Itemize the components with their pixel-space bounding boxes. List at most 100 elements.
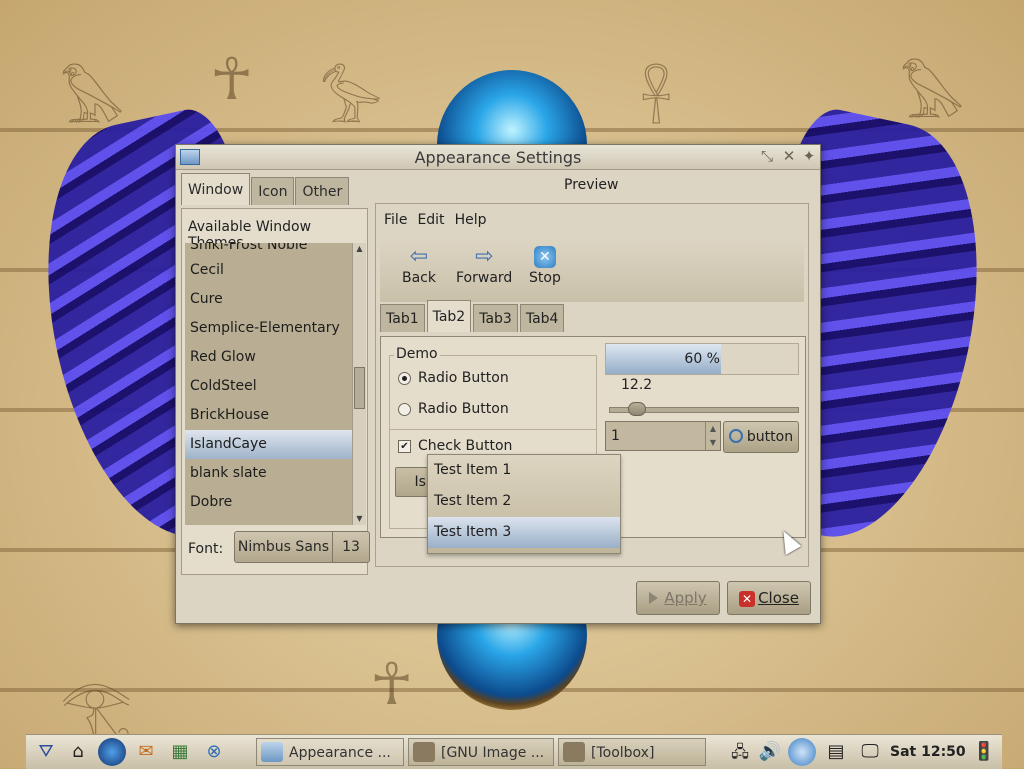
preview-toolbar: ⇦ Back ⇨ Forward ✕ Stop	[380, 236, 804, 302]
tab-tab3[interactable]: Tab3	[473, 304, 518, 332]
update-icon[interactable]	[788, 738, 816, 766]
list-item[interactable]: Dobre	[185, 488, 352, 517]
list-item[interactable]: ColdSteel	[185, 372, 352, 401]
close-button[interactable]: ✕ Close	[727, 581, 811, 615]
apply-label: Apply	[664, 589, 707, 607]
menu-help[interactable]: Help	[455, 212, 487, 228]
radio-label: Radio Button	[418, 370, 509, 386]
radio-unchecked-icon	[398, 402, 411, 416]
ankh-icon: ☥	[210, 45, 254, 113]
stop-icon: ✕	[533, 246, 556, 268]
themes-scrollbar[interactable]: ▲ ▼	[352, 243, 366, 525]
traffic-light-icon[interactable]: 🚦	[970, 738, 998, 766]
task-appearance[interactable]: Appearance ...	[256, 738, 404, 766]
task-label: [GNU Image ...	[441, 745, 545, 761]
apply-icon	[649, 592, 659, 604]
list-item[interactable]: Test Item 2	[428, 486, 620, 517]
forward-arrow-icon: ⇨	[474, 244, 494, 269]
list-item-selected[interactable]: IslandCaye	[185, 430, 352, 459]
scale-slider[interactable]	[609, 402, 799, 416]
hieroglyph-bird-icon: 𓅃	[60, 68, 125, 136]
task-gimp-image[interactable]: [GNU Image ...	[408, 738, 554, 766]
forward-label: Forward	[456, 270, 513, 286]
list-item[interactable]: Red Glow	[185, 343, 352, 372]
font-size: 13	[332, 532, 369, 562]
apply-button[interactable]: Apply	[636, 581, 720, 615]
preview-label: Preview	[564, 177, 619, 193]
tab-window[interactable]: Window	[181, 173, 251, 205]
task-gimp-toolbox[interactable]: [Toolbox]	[558, 738, 706, 766]
slider-knob[interactable]	[628, 402, 646, 416]
menu-file[interactable]: File	[384, 212, 407, 228]
close-window-icon[interactable]: ✕	[780, 148, 798, 164]
stop-button[interactable]: ✕ Stop	[529, 244, 561, 286]
gimp-icon	[413, 742, 435, 762]
web-browser-icon[interactable]	[98, 738, 126, 766]
list-item[interactable]: Test Item 1	[428, 455, 620, 486]
window-themes-panel: Available Window Themes Shiki-Frost Nobl…	[181, 208, 370, 575]
preview-tabs: Tab1 Tab2 Tab3 Tab4	[380, 300, 566, 334]
task-label: [Toolbox]	[591, 745, 655, 761]
list-item-selected[interactable]: Test Item 3	[428, 517, 620, 548]
check-button[interactable]: ✔ Check Button	[398, 438, 512, 454]
checkbox-checked-icon: ✔	[398, 439, 411, 453]
progress-bar: 60 %	[605, 343, 799, 375]
task-label: Appearance ...	[289, 745, 391, 761]
combo-dropdown-list: Test Item 1 Test Item 2 Test Item 3	[427, 454, 621, 554]
tab-icon[interactable]: Icon	[251, 177, 295, 205]
settings-tabs: Window Icon Other	[181, 173, 350, 207]
list-item[interactable]: Cecil	[185, 256, 352, 285]
start-menu-icon[interactable]: ⛛	[32, 738, 60, 766]
search-button[interactable]: button	[723, 421, 799, 453]
forward-button[interactable]: ⇨ Forward	[456, 244, 512, 286]
tab-tab4[interactable]: Tab4	[519, 304, 565, 332]
display-icon[interactable]: 🖵	[856, 738, 884, 766]
preview-menubar: File Edit Help	[384, 212, 486, 228]
font-label: Font:	[188, 541, 224, 557]
list-item[interactable]: BrickHouse	[185, 401, 352, 430]
list-item[interactable]: blank slate	[185, 459, 352, 488]
taskbar: ⛛ ⌂ ✉ ▦ ⊗ Appearance ... [GNU Image ... …	[26, 734, 1002, 769]
scroll-down-icon[interactable]: ▼	[353, 513, 366, 525]
gimp-icon	[563, 742, 585, 762]
tab-tab2[interactable]: Tab2	[426, 300, 472, 332]
tab-tab1[interactable]: Tab1	[380, 304, 425, 332]
eye-of-horus-icon: 𓂀	[60, 673, 133, 741]
list-item[interactable]: Shiki-Frost Noble	[185, 243, 352, 256]
search-button-label: button	[746, 429, 794, 445]
scale-value: 12.2	[621, 377, 653, 393]
check-label: Check Button	[418, 438, 513, 454]
list-item[interactable]: Semplice-Elementary	[185, 314, 352, 343]
list-item[interactable]: Cure	[185, 285, 352, 314]
radio-button-2[interactable]: Radio Button	[398, 401, 509, 417]
demo-legend: Demo	[394, 346, 440, 362]
network-icon[interactable]: ⊗	[200, 738, 228, 766]
clock[interactable]: Sat 12:50	[890, 735, 966, 769]
radio-label: Radio Button	[418, 401, 509, 417]
hieroglyph-icon: 𓋹	[640, 68, 673, 136]
email-client-icon[interactable]: ✉	[132, 738, 160, 766]
font-name: Nimbus Sans	[237, 539, 330, 555]
window-titlebar[interactable]: Appearance Settings ⤡ ✕ ✦	[176, 145, 820, 170]
scroll-up-icon[interactable]: ▲	[353, 243, 366, 255]
office-icon[interactable]: ▦	[166, 738, 194, 766]
shade-icon[interactable]: ✦	[800, 148, 818, 164]
calculator-icon[interactable]: ▤	[822, 738, 850, 766]
font-chooser-button[interactable]: Nimbus Sans 13	[234, 531, 370, 563]
hieroglyph-ibis-icon: 𓅞	[320, 68, 383, 136]
maximize-icon[interactable]: ⤡	[758, 148, 776, 164]
menu-edit[interactable]: Edit	[417, 212, 444, 228]
spin-button[interactable]: 1 ▲ ▼	[605, 421, 721, 451]
home-folder-icon[interactable]: ⌂	[64, 738, 92, 766]
hieroglyph-falcon-icon: 𓅃	[900, 63, 965, 131]
themes-list: Shiki-Frost Noble Cecil Cure Semplice-El…	[185, 243, 352, 525]
volume-icon[interactable]: 🔊	[756, 738, 784, 766]
back-button[interactable]: ⇦ Back	[402, 244, 436, 286]
tab-other[interactable]: Other	[295, 177, 350, 205]
network-manager-icon[interactable]: 🖧	[726, 738, 754, 766]
divider	[390, 429, 596, 430]
scrollbar-thumb[interactable]	[354, 367, 365, 409]
back-label: Back	[402, 270, 436, 286]
radio-button-1[interactable]: Radio Button	[398, 370, 509, 386]
spin-arrows-icon[interactable]: ▲ ▼	[705, 422, 720, 450]
